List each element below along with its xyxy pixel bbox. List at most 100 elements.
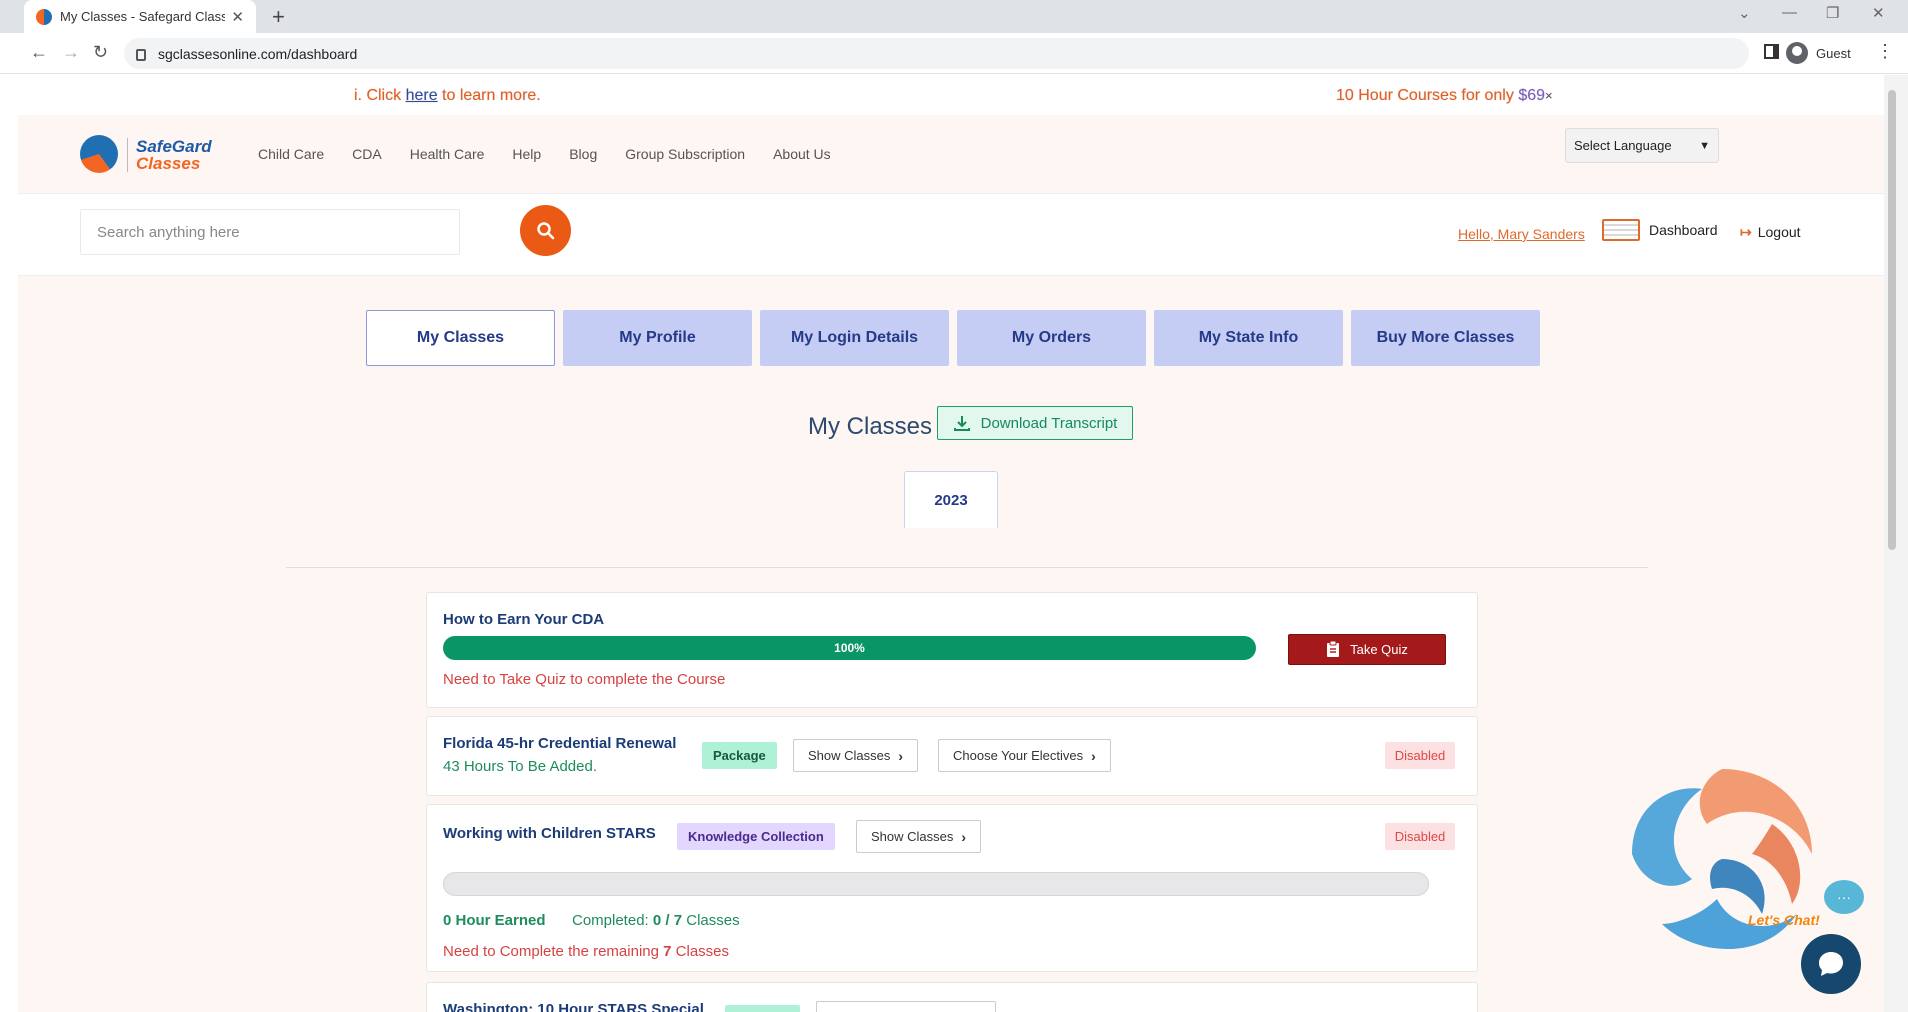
nav-item-cda[interactable]: CDA bbox=[352, 146, 382, 162]
forward-icon[interactable]: → bbox=[62, 42, 80, 63]
completed-summary: Completed: 0 / 7 Classes bbox=[572, 912, 740, 929]
lets-chat-label: Let's Chat! bbox=[1748, 912, 1820, 928]
logout-icon: ↦ bbox=[1740, 224, 1752, 240]
package-badge bbox=[725, 1005, 800, 1012]
profile-button[interactable]: Guest bbox=[1786, 38, 1851, 68]
course-card: Florida 45-hr Credential Renewal 43 Hour… bbox=[426, 716, 1478, 796]
download-transcript-label: Download Transcript bbox=[980, 414, 1118, 432]
remaining-prefix: Need to Complete the remaining bbox=[443, 943, 659, 960]
dashboard-tabs: My Classes My Profile My Login Details M… bbox=[366, 310, 1540, 366]
choose-electives-label: Choose Your Electives bbox=[953, 748, 1084, 763]
restore-icon[interactable]: ❐ bbox=[1826, 4, 1839, 22]
tab-my-orders[interactable]: My Orders bbox=[957, 310, 1146, 366]
chevron-down-icon: ▼ bbox=[1699, 139, 1710, 152]
logout-link[interactable]: ↦ Logout bbox=[1740, 224, 1801, 241]
nav-menu: Child Care CDA Health Care Help Blog Gro… bbox=[258, 146, 831, 162]
nav-item-blog[interactable]: Blog bbox=[569, 146, 597, 162]
promo-here-link[interactable]: here bbox=[406, 87, 438, 104]
address-bar-row: ← → ↻ sgclassesonline.com/dashboard Gues… bbox=[0, 33, 1908, 74]
site-logo[interactable]: SafeGard Classes bbox=[80, 135, 228, 175]
tab-search-icon[interactable]: ⌄ bbox=[1738, 4, 1751, 22]
chevron-right-icon: › bbox=[961, 828, 967, 845]
completed-value: 0 / 7 bbox=[652, 912, 683, 929]
site-favicon-icon bbox=[36, 8, 52, 25]
tab-my-classes[interactable]: My Classes bbox=[366, 310, 555, 366]
download-icon bbox=[953, 416, 970, 431]
browser-menu-icon[interactable]: ⋮ bbox=[1876, 41, 1894, 62]
progress-bar bbox=[443, 872, 1429, 896]
nav-item-about-us[interactable]: About Us bbox=[773, 146, 831, 162]
course-name: Working with Children STARS bbox=[443, 825, 656, 842]
course-card: Working with Children STARS Knowledge Co… bbox=[426, 804, 1478, 972]
hello-user-link[interactable]: Hello, Mary Sanders bbox=[1458, 226, 1585, 242]
chat-bubble-icon[interactable]: ··· bbox=[1824, 880, 1864, 914]
back-icon[interactable]: ← bbox=[30, 42, 48, 63]
promo-right: 10 Hour Courses for only $69× bbox=[1336, 87, 1553, 105]
promo-left: i. Click here to learn more. bbox=[354, 87, 541, 105]
tab-my-login-details[interactable]: My Login Details bbox=[760, 310, 949, 366]
download-transcript-button[interactable]: Download Transcript bbox=[937, 406, 1133, 440]
close-window-icon[interactable]: ✕ bbox=[1872, 4, 1885, 22]
progress-label: 100% bbox=[834, 641, 865, 655]
tab-year-2023[interactable]: 2023 bbox=[904, 471, 998, 528]
lock-icon bbox=[136, 48, 146, 61]
tab-my-profile[interactable]: My Profile bbox=[563, 310, 752, 366]
page-title: My Classes bbox=[808, 413, 933, 440]
safegard-swirl-icon bbox=[1632, 769, 1812, 949]
search-input[interactable]: Search anything here bbox=[80, 209, 460, 255]
new-tab-icon[interactable]: + bbox=[272, 4, 285, 30]
browser-tab-strip: My Classes - Safegard Classes O ✕ + ⌄ — … bbox=[0, 0, 1908, 33]
course-name: Florida 45-hr Credential Renewal bbox=[443, 735, 677, 752]
take-quiz-button[interactable]: Take Quiz bbox=[1288, 634, 1446, 665]
language-select-label: Select Language bbox=[1574, 138, 1672, 153]
dashboard-link[interactable]: Dashboard bbox=[1602, 219, 1718, 241]
remaining-note: Need to Complete the remaining 7 Classes bbox=[443, 943, 729, 960]
status-badge: Disabled bbox=[1385, 823, 1455, 850]
completed-label: Completed: bbox=[572, 912, 649, 929]
language-select[interactable]: Select Language ▼ bbox=[1565, 128, 1719, 163]
tab-my-state-info[interactable]: My State Info bbox=[1154, 310, 1343, 366]
show-classes-label: Show Classes bbox=[808, 748, 891, 763]
web-page: i. Click here to learn more. 10 Hour Cou… bbox=[18, 75, 1884, 1012]
safegard-logo-icon bbox=[80, 135, 118, 173]
chat-widget-logo[interactable] bbox=[1622, 764, 1822, 974]
scrollbar-thumb[interactable] bbox=[1888, 90, 1896, 550]
choose-electives-button[interactable]: Choose Your Electives › bbox=[938, 739, 1111, 772]
side-panel-icon[interactable] bbox=[1764, 44, 1779, 59]
close-tab-icon[interactable]: ✕ bbox=[231, 8, 244, 26]
logo-text-2: Classes bbox=[136, 154, 201, 173]
dashboard-label: Dashboard bbox=[1649, 222, 1718, 238]
nav-item-child-care[interactable]: Child Care bbox=[258, 146, 324, 162]
reload-icon[interactable]: ↻ bbox=[93, 42, 108, 63]
remaining-unit: Classes bbox=[675, 943, 730, 960]
promo-price: $69 bbox=[1518, 87, 1546, 104]
progress-bar: 100% bbox=[443, 636, 1256, 660]
minimize-icon[interactable]: — bbox=[1782, 4, 1797, 21]
nav-item-group-subscription[interactable]: Group Subscription bbox=[625, 146, 745, 162]
status-badge: Disabled bbox=[1385, 742, 1455, 769]
chevron-right-icon: › bbox=[1091, 747, 1096, 764]
show-classes-label: Show Classes bbox=[871, 829, 954, 844]
promo-close-icon[interactable]: × bbox=[1545, 88, 1553, 103]
promo-left-suffix: to learn more. bbox=[437, 87, 541, 104]
show-classes-button[interactable] bbox=[816, 1001, 996, 1012]
show-classes-button[interactable]: Show Classes › bbox=[793, 739, 919, 772]
search-row: Search anything here Hello, Mary Sanders… bbox=[18, 194, 1884, 276]
search-placeholder: Search anything here bbox=[97, 223, 240, 241]
dashboard-icon bbox=[1602, 219, 1640, 241]
chat-button[interactable] bbox=[1801, 934, 1861, 994]
hours-to-be-added: 43 Hours To Be Added. bbox=[443, 758, 597, 775]
search-button[interactable] bbox=[520, 205, 571, 256]
nav-item-health-care[interactable]: Health Care bbox=[410, 146, 485, 162]
tab-buy-more-classes[interactable]: Buy More Classes bbox=[1351, 310, 1540, 366]
completed-unit: Classes bbox=[686, 912, 740, 929]
nav-item-help[interactable]: Help bbox=[512, 146, 541, 162]
browser-tab[interactable]: My Classes - Safegard Classes O ✕ bbox=[24, 0, 256, 33]
url-field[interactable]: sgclassesonline.com/dashboard bbox=[124, 38, 1749, 69]
browser-tab-title: My Classes - Safegard Classes O bbox=[60, 9, 226, 24]
knowledge-collection-badge: Knowledge Collection bbox=[677, 823, 835, 850]
course-card: Washington: 10 Hour STARS Special bbox=[426, 982, 1478, 1012]
show-classes-button[interactable]: Show Classes › bbox=[856, 820, 982, 853]
course-name: How to Earn Your CDA bbox=[443, 611, 605, 628]
course-name: Washington: 10 Hour STARS Special bbox=[443, 1001, 704, 1012]
